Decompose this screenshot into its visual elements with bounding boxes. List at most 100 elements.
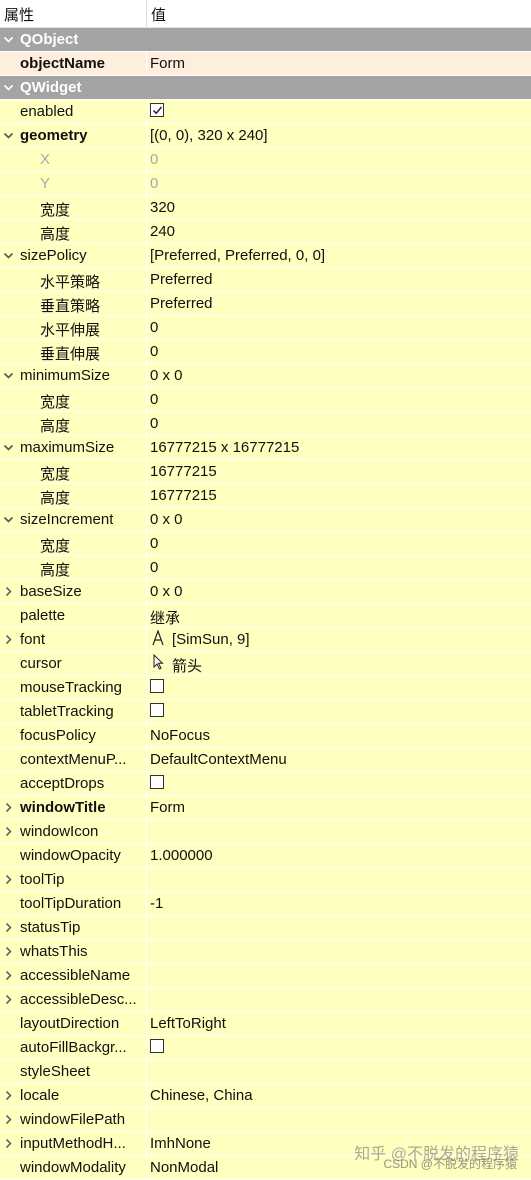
collapse-arrow-icon[interactable] xyxy=(3,33,15,48)
property-value[interactable]: 320 xyxy=(150,199,175,216)
expand-arrow-icon[interactable] xyxy=(3,1089,15,1104)
expand-arrow-icon[interactable] xyxy=(3,993,15,1008)
property-row-prop[interactable]: 水平策略 Preferred xyxy=(0,268,531,292)
expand-arrow-icon[interactable] xyxy=(3,969,15,984)
property-value[interactable]: 16777215 xyxy=(150,487,217,504)
property-row-prop[interactable]: 高度 240 xyxy=(0,220,531,244)
property-value[interactable]: ImhNone xyxy=(150,1135,211,1152)
collapse-arrow-icon[interactable] xyxy=(3,81,15,96)
property-row-prop[interactable]: 宽度 0 xyxy=(0,532,531,556)
property-value[interactable]: [Preferred, Preferred, 0, 0] xyxy=(150,247,325,264)
expand-arrow-icon[interactable] xyxy=(3,1137,15,1152)
property-row-prop[interactable]: 垂直策略 Preferred xyxy=(0,292,531,316)
property-row-stylesheet[interactable]: styleSheet xyxy=(0,1060,531,1084)
expand-arrow-icon[interactable] xyxy=(3,633,15,648)
property-value[interactable]: 0 x 0 xyxy=(150,583,183,600)
property-value[interactable]: 0 xyxy=(150,391,158,408)
property-value[interactable]: NoFocus xyxy=(150,727,210,744)
property-row-tooltipduration[interactable]: toolTipDuration -1 xyxy=(0,892,531,916)
expand-arrow-icon[interactable] xyxy=(3,585,15,600)
property-value[interactable]: 0 xyxy=(150,175,158,192)
property-value[interactable]: 继承 xyxy=(150,607,180,628)
collapse-arrow-icon[interactable] xyxy=(3,129,15,144)
unchecked-checkbox[interactable] xyxy=(150,703,164,717)
property-row-maximumsize[interactable]: maximumSize 16777215 x 16777215 xyxy=(0,436,531,460)
property-row-windowopacity[interactable]: windowOpacity 1.000000 xyxy=(0,844,531,868)
property-row-font[interactable]: font [SimSun, 9] xyxy=(0,628,531,652)
property-value[interactable]: NonModal xyxy=(150,1159,218,1176)
value-column-header[interactable]: 值 xyxy=(151,4,166,25)
collapse-arrow-icon[interactable] xyxy=(3,513,15,528)
property-row-focuspolicy[interactable]: focusPolicy NoFocus xyxy=(0,724,531,748)
category-row-qwidget[interactable]: QWidget xyxy=(0,76,531,100)
property-row-prop[interactable]: 宽度 16777215 xyxy=(0,460,531,484)
column-separator[interactable] xyxy=(146,0,147,27)
property-row-prop[interactable]: 宽度 320 xyxy=(0,196,531,220)
property-value[interactable]: 240 xyxy=(150,223,175,240)
property-row-enabled[interactable]: enabled xyxy=(0,100,531,124)
property-row-prop[interactable]: 高度 16777215 xyxy=(0,484,531,508)
property-value[interactable]: Form xyxy=(150,55,185,72)
property-value[interactable]: 0 xyxy=(150,151,158,168)
expand-arrow-icon[interactable] xyxy=(3,945,15,960)
property-row-prop[interactable]: 水平伸展 0 xyxy=(0,316,531,340)
expand-arrow-icon[interactable] xyxy=(3,1113,15,1128)
property-value[interactable]: 0 xyxy=(150,559,158,576)
category-row-qobject[interactable]: QObject xyxy=(0,28,531,52)
property-value[interactable]: 0 x 0 xyxy=(150,511,183,528)
property-value[interactable]: Preferred xyxy=(150,271,213,288)
property-value[interactable]: 箭头 xyxy=(172,655,202,676)
property-row-objectname[interactable]: objectName Form xyxy=(0,52,531,76)
property-value[interactable]: 16777215 xyxy=(150,463,217,480)
property-row-windowfilepath[interactable]: windowFilePath xyxy=(0,1108,531,1132)
collapse-arrow-icon[interactable] xyxy=(3,369,15,384)
property-value[interactable]: Preferred xyxy=(150,295,213,312)
collapse-arrow-icon[interactable] xyxy=(3,441,15,456)
collapse-arrow-icon[interactable] xyxy=(3,249,15,264)
property-row-whatsthis[interactable]: whatsThis xyxy=(0,940,531,964)
property-value[interactable]: 0 xyxy=(150,415,158,432)
checked-checkbox[interactable] xyxy=(150,103,164,117)
property-row-geometry[interactable]: geometry [(0, 0), 320 x 240] xyxy=(0,124,531,148)
unchecked-checkbox[interactable] xyxy=(150,1039,164,1053)
property-row-prop[interactable]: 垂直伸展 0 xyxy=(0,340,531,364)
property-row-acceptdrops[interactable]: acceptDrops xyxy=(0,772,531,796)
property-value[interactable]: Form xyxy=(150,799,185,816)
property-row-statustip[interactable]: statusTip xyxy=(0,916,531,940)
property-value[interactable]: 16777215 x 16777215 xyxy=(150,439,299,456)
property-value[interactable]: DefaultContextMenu xyxy=(150,751,287,768)
unchecked-checkbox[interactable] xyxy=(150,775,164,789)
property-row-tablettracking[interactable]: tabletTracking xyxy=(0,700,531,724)
property-row-palette[interactable]: palette 继承 xyxy=(0,604,531,628)
property-row-prop[interactable]: 高度 0 xyxy=(0,556,531,580)
property-value[interactable]: 0 xyxy=(150,535,158,552)
property-value[interactable]: -1 xyxy=(150,895,163,912)
property-value[interactable]: 1.000000 xyxy=(150,847,213,864)
property-row-contextmenup[interactable]: contextMenuP... DefaultContextMenu xyxy=(0,748,531,772)
property-value[interactable]: 0 xyxy=(150,319,158,336)
property-row-x[interactable]: X0 xyxy=(0,148,531,172)
property-row-windowicon[interactable]: windowIcon xyxy=(0,820,531,844)
unchecked-checkbox[interactable] xyxy=(150,679,164,693)
property-row-y[interactable]: Y0 xyxy=(0,172,531,196)
property-value[interactable]: LeftToRight xyxy=(150,1015,226,1032)
expand-arrow-icon[interactable] xyxy=(3,825,15,840)
property-value[interactable]: Chinese, China xyxy=(150,1087,253,1104)
property-row-mousetracking[interactable]: mouseTracking xyxy=(0,676,531,700)
property-row-autofillbackgr[interactable]: autoFillBackgr... xyxy=(0,1036,531,1060)
property-row-prop[interactable]: 宽度 0 xyxy=(0,388,531,412)
property-row-locale[interactable]: locale Chinese, China xyxy=(0,1084,531,1108)
property-row-layoutdirection[interactable]: layoutDirection LeftToRight xyxy=(0,1012,531,1036)
property-value[interactable]: 0 x 0 xyxy=(150,367,183,384)
property-row-prop[interactable]: 高度 0 xyxy=(0,412,531,436)
property-row-accessibledesc[interactable]: accessibleDesc... xyxy=(0,988,531,1012)
property-row-sizeincrement[interactable]: sizeIncrement 0 x 0 xyxy=(0,508,531,532)
property-value[interactable]: [(0, 0), 320 x 240] xyxy=(150,127,268,144)
property-row-sizepolicy[interactable]: sizePolicy [Preferred, Preferred, 0, 0] xyxy=(0,244,531,268)
property-row-accessiblename[interactable]: accessibleName xyxy=(0,964,531,988)
property-row-basesize[interactable]: baseSize 0 x 0 xyxy=(0,580,531,604)
property-row-cursor[interactable]: cursor 箭头 xyxy=(0,652,531,676)
name-column-header[interactable]: 属性 xyxy=(4,4,34,25)
property-row-minimumsize[interactable]: minimumSize 0 x 0 xyxy=(0,364,531,388)
expand-arrow-icon[interactable] xyxy=(3,873,15,888)
